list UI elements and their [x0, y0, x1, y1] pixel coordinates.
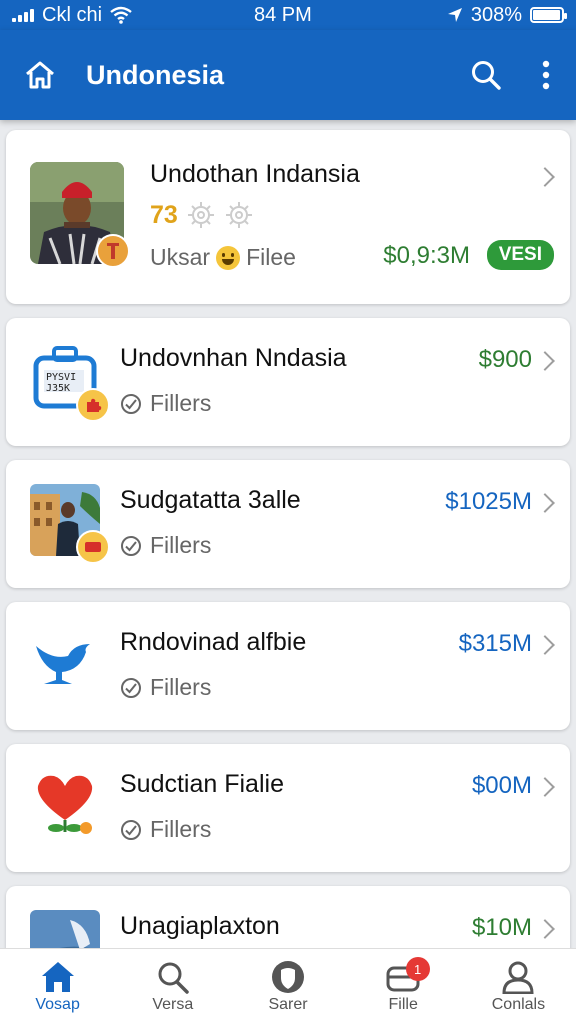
author-name: Uksar — [150, 244, 211, 270]
item-subtitle: Fillers — [150, 816, 212, 842]
chevron-right-icon — [535, 635, 555, 655]
item-title: Sudgatatta 3alle — [120, 486, 301, 514]
item-subtitle-row: Fillers — [120, 390, 211, 417]
list-item[interactable]: Sudctian Fialie Fillers $00M — [6, 744, 570, 872]
item-subtitle: Fillers — [150, 390, 212, 416]
nav-home[interactable]: Vosap — [0, 949, 115, 1024]
location-arrow-icon — [447, 8, 462, 22]
search-icon — [158, 962, 189, 994]
home-icon — [41, 961, 74, 992]
list-item[interactable]: Unagiaplaxton $10M — [6, 886, 570, 948]
wifi-icon — [110, 6, 132, 24]
nav-label: Conlals — [491, 995, 546, 1013]
nav-label: Versa — [152, 995, 194, 1013]
item-price: $10M — [471, 914, 532, 941]
featured-title: Undothan Indansia — [150, 160, 360, 188]
item-subtitle-row: Fillers — [120, 532, 211, 559]
chevron-right-icon — [535, 167, 555, 187]
person-icon — [502, 961, 534, 994]
battery-icon — [530, 7, 567, 23]
notification-badge: 1 — [405, 957, 430, 981]
chevron-right-icon — [535, 351, 555, 371]
gear-icon — [187, 202, 214, 228]
nav-shield[interactable]: Sarer — [230, 949, 345, 1024]
list-item[interactable]: PYSVI J35K Undovnhan Nndasia Fillers $90… — [6, 318, 570, 446]
list-item[interactable]: Sudgatatta 3alle Fillers $1025M — [6, 460, 570, 588]
item-title: Rndovinad alfbie — [120, 628, 307, 656]
status-bar: Ckl chi 84 PM 308% — [0, 0, 576, 30]
status-left: Ckl chi — [12, 4, 132, 27]
item-title: Undovnhan Nndasia — [120, 344, 347, 372]
nav-search[interactable]: Versa — [115, 949, 230, 1024]
check-circle-icon — [121, 677, 141, 698]
check-circle-icon — [121, 393, 141, 414]
gear-icon — [225, 202, 252, 228]
item-price: $315M — [458, 630, 532, 657]
item-subtitle-row: Fillers — [120, 816, 211, 843]
item-list[interactable]: Undothan Indansia 73 Uksar Filee $0,9:3M… — [0, 120, 576, 948]
app-bar: Undonesia — [0, 30, 576, 120]
svg-text:PYSVI: PYSVI — [46, 372, 76, 383]
featured-price: $0,9:3M — [383, 242, 470, 269]
author-row: Uksar Filee — [150, 244, 296, 271]
battery-percent: 308% — [470, 3, 522, 26]
nav-contacts[interactable]: Conlals — [461, 949, 576, 1024]
puzzle-badge-icon — [76, 388, 110, 422]
bird-icon — [30, 626, 100, 698]
app-actions — [468, 57, 554, 93]
featured-card[interactable]: Undothan Indansia 73 Uksar Filee $0,9:3M… — [6, 130, 570, 304]
chevron-right-icon — [535, 777, 555, 797]
status-time: 84 PM — [254, 3, 312, 26]
more-vert-icon[interactable] — [538, 57, 554, 93]
carrier-label: Ckl chi — [42, 3, 103, 26]
item-price: $00M — [471, 772, 532, 799]
svg-text:J35K: J35K — [46, 383, 70, 394]
status-right: 308% — [447, 3, 567, 27]
bottom-nav: Vosap Versa Sarer 1 Fille Conlals — [0, 948, 576, 1024]
item-subtitle-row: Fillers — [120, 674, 211, 701]
item-price: $1025M — [445, 488, 532, 515]
nav-wallet[interactable]: 1 Fille — [346, 949, 461, 1024]
check-circle-icon — [121, 535, 141, 556]
rating-value: 73 — [150, 200, 178, 229]
shield-icon — [272, 960, 304, 993]
photo-thumb — [30, 910, 100, 948]
app-title: Undonesia — [86, 59, 225, 90]
battery-level — [533, 10, 560, 20]
heart-flower-icon — [30, 768, 100, 840]
chevron-right-icon — [535, 919, 555, 939]
chevron-right-icon — [535, 493, 555, 513]
status-badge: VESI — [486, 240, 554, 270]
nav-label: Vosap — [35, 995, 80, 1013]
featured-badge-icon — [96, 234, 130, 268]
item-subtitle: Fillers — [150, 674, 212, 700]
item-title: Unagiaplaxton — [120, 912, 280, 940]
rating-row: 73 — [150, 200, 254, 230]
badge-icon — [76, 530, 110, 564]
home-icon[interactable] — [22, 57, 58, 93]
author-suffix: Filee — [246, 244, 296, 270]
item-title: Sudctian Fialie — [120, 770, 284, 798]
item-price: $900 — [478, 346, 532, 373]
item-subtitle: Fillers — [150, 532, 212, 558]
list-item[interactable]: Rndovinad alfbie Fillers $315M — [6, 602, 570, 730]
check-circle-icon — [121, 819, 141, 840]
signal-icon — [12, 8, 34, 22]
nav-label: Sarer — [268, 995, 308, 1013]
smile-emoji-icon — [216, 245, 241, 270]
nav-label: Fille — [388, 995, 418, 1013]
search-icon[interactable] — [468, 57, 504, 93]
